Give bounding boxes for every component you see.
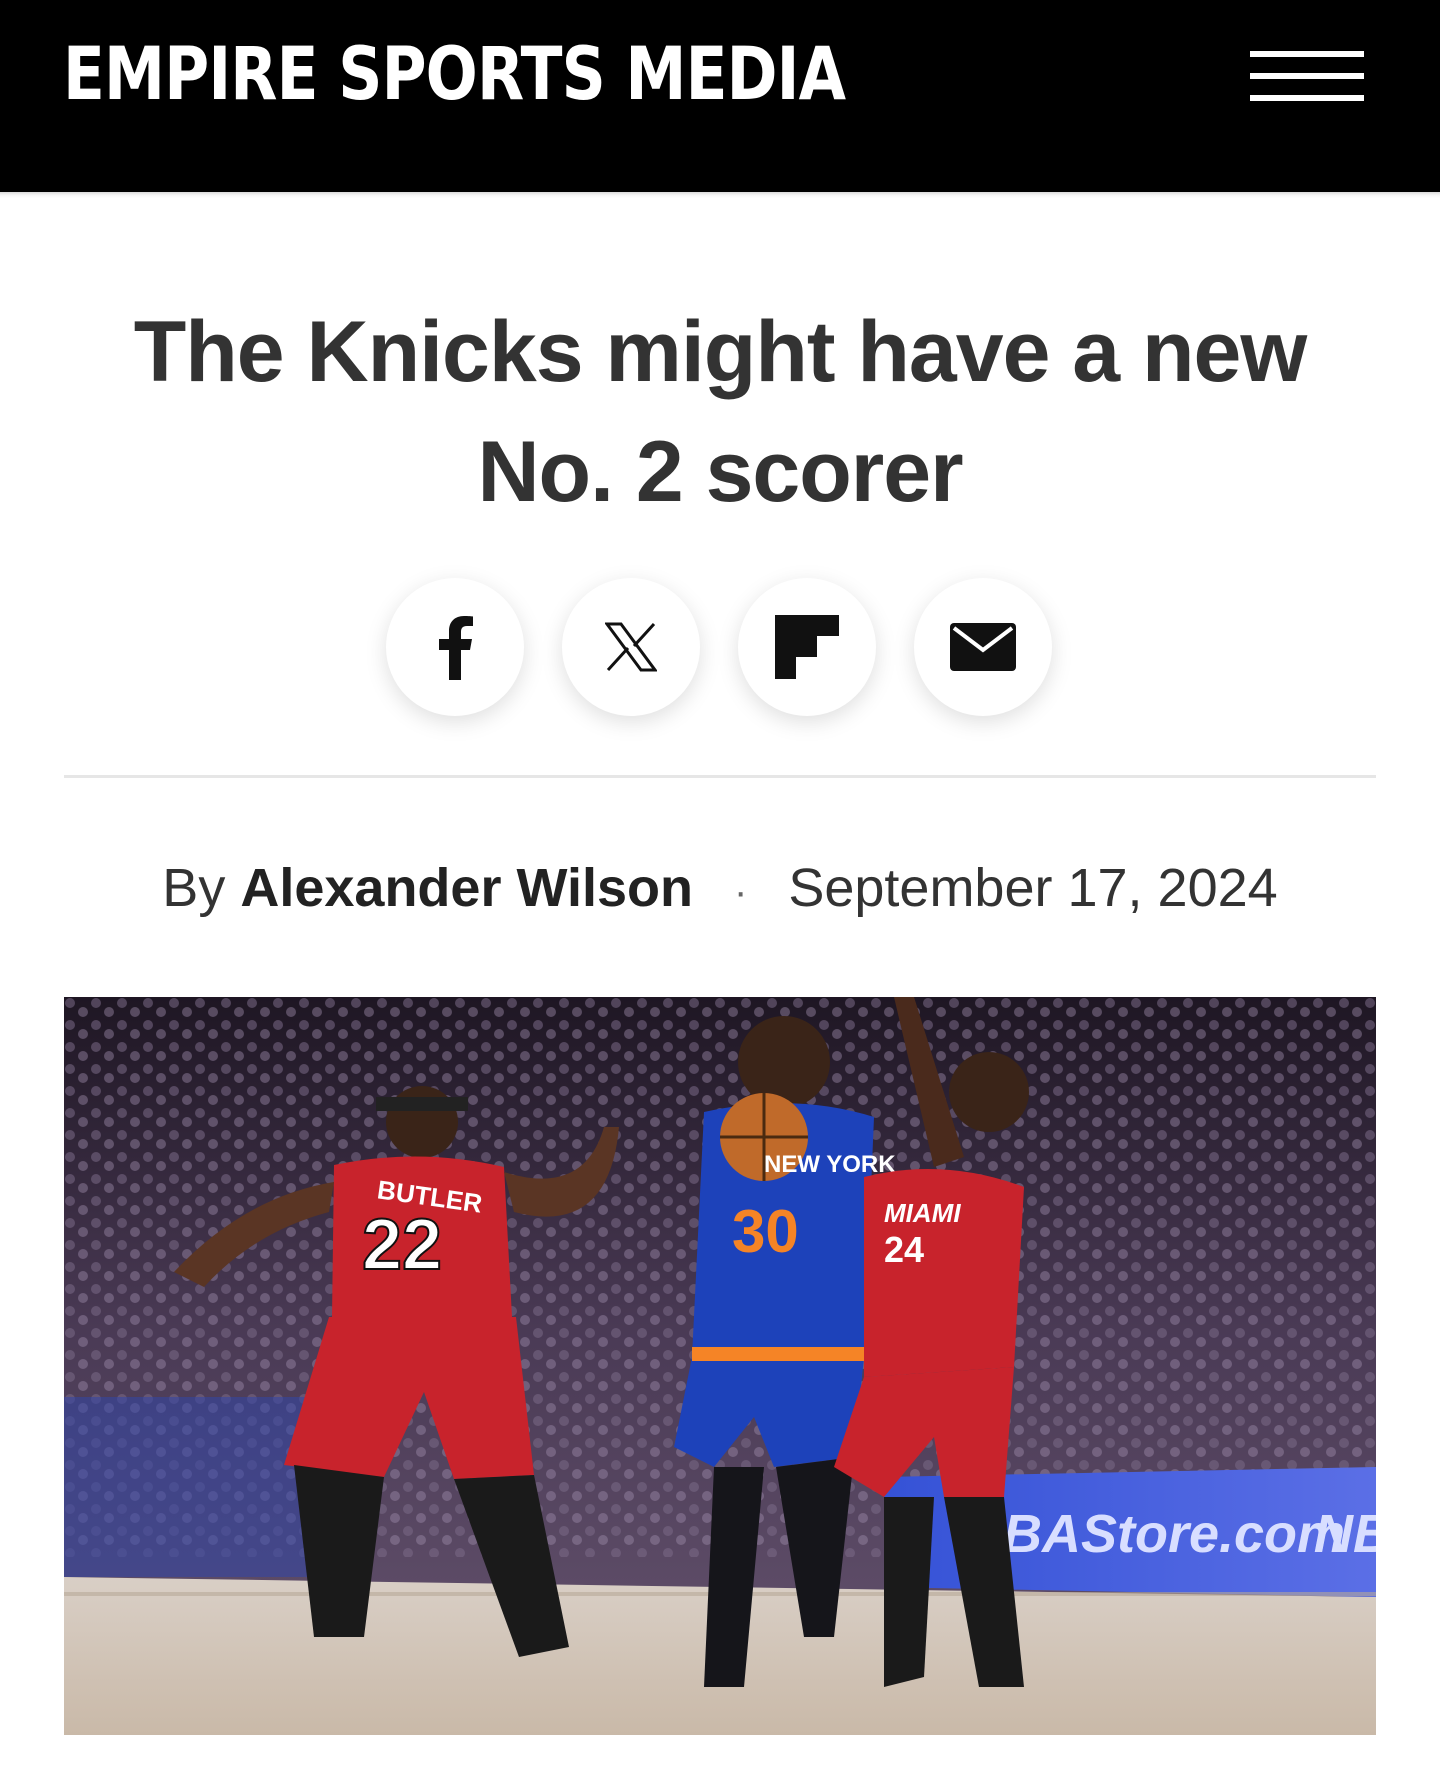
ad-board-text: NBAStore.com [964, 1504, 1345, 1564]
byline-prefix: By [162, 858, 226, 918]
site-logo[interactable]: EMPIRE SPORTS MEDIA [63, 30, 846, 120]
x-icon [605, 622, 657, 672]
author-link[interactable]: Alexander Wilson [240, 858, 693, 918]
flipboard-icon [775, 615, 839, 679]
jersey-center-number: 30 [732, 1198, 799, 1265]
jersey-center-text: NEW YORK [764, 1151, 896, 1178]
x-share-button[interactable] [562, 578, 700, 716]
publish-date: September 17, 2024 [788, 858, 1278, 918]
email-share-button[interactable] [914, 578, 1052, 716]
site-header: EMPIRE SPORTS MEDIA [0, 0, 1440, 192]
section-divider [64, 775, 1376, 778]
menu-bar-middle [1250, 73, 1364, 79]
hero-photo: NBAStore.com NBA BUTLER 22 [64, 997, 1376, 1735]
header-shadow [0, 192, 1440, 198]
facebook-share-button[interactable] [386, 578, 524, 716]
menu-bar-top [1250, 51, 1364, 57]
flipboard-share-button[interactable] [738, 578, 876, 716]
jersey-left-number: 22 [362, 1205, 442, 1285]
byline: By Alexander Wilson · September 17, 2024 [0, 850, 1440, 930]
ad-board-text-2: NBA [1314, 1504, 1376, 1564]
facebook-icon [439, 616, 473, 680]
hero-image: NBAStore.com NBA BUTLER 22 [64, 997, 1376, 1735]
jersey-right-number: 24 [884, 1229, 924, 1270]
email-icon [950, 623, 1016, 671]
menu-bar-bottom [1250, 95, 1364, 101]
jersey-right-text: MIAMI [884, 1198, 961, 1228]
article-headline: The Knicks might have a new No. 2 scorer [133, 304, 1308, 520]
byline-separator: · [733, 869, 748, 914]
hamburger-menu-icon[interactable] [1250, 51, 1364, 101]
